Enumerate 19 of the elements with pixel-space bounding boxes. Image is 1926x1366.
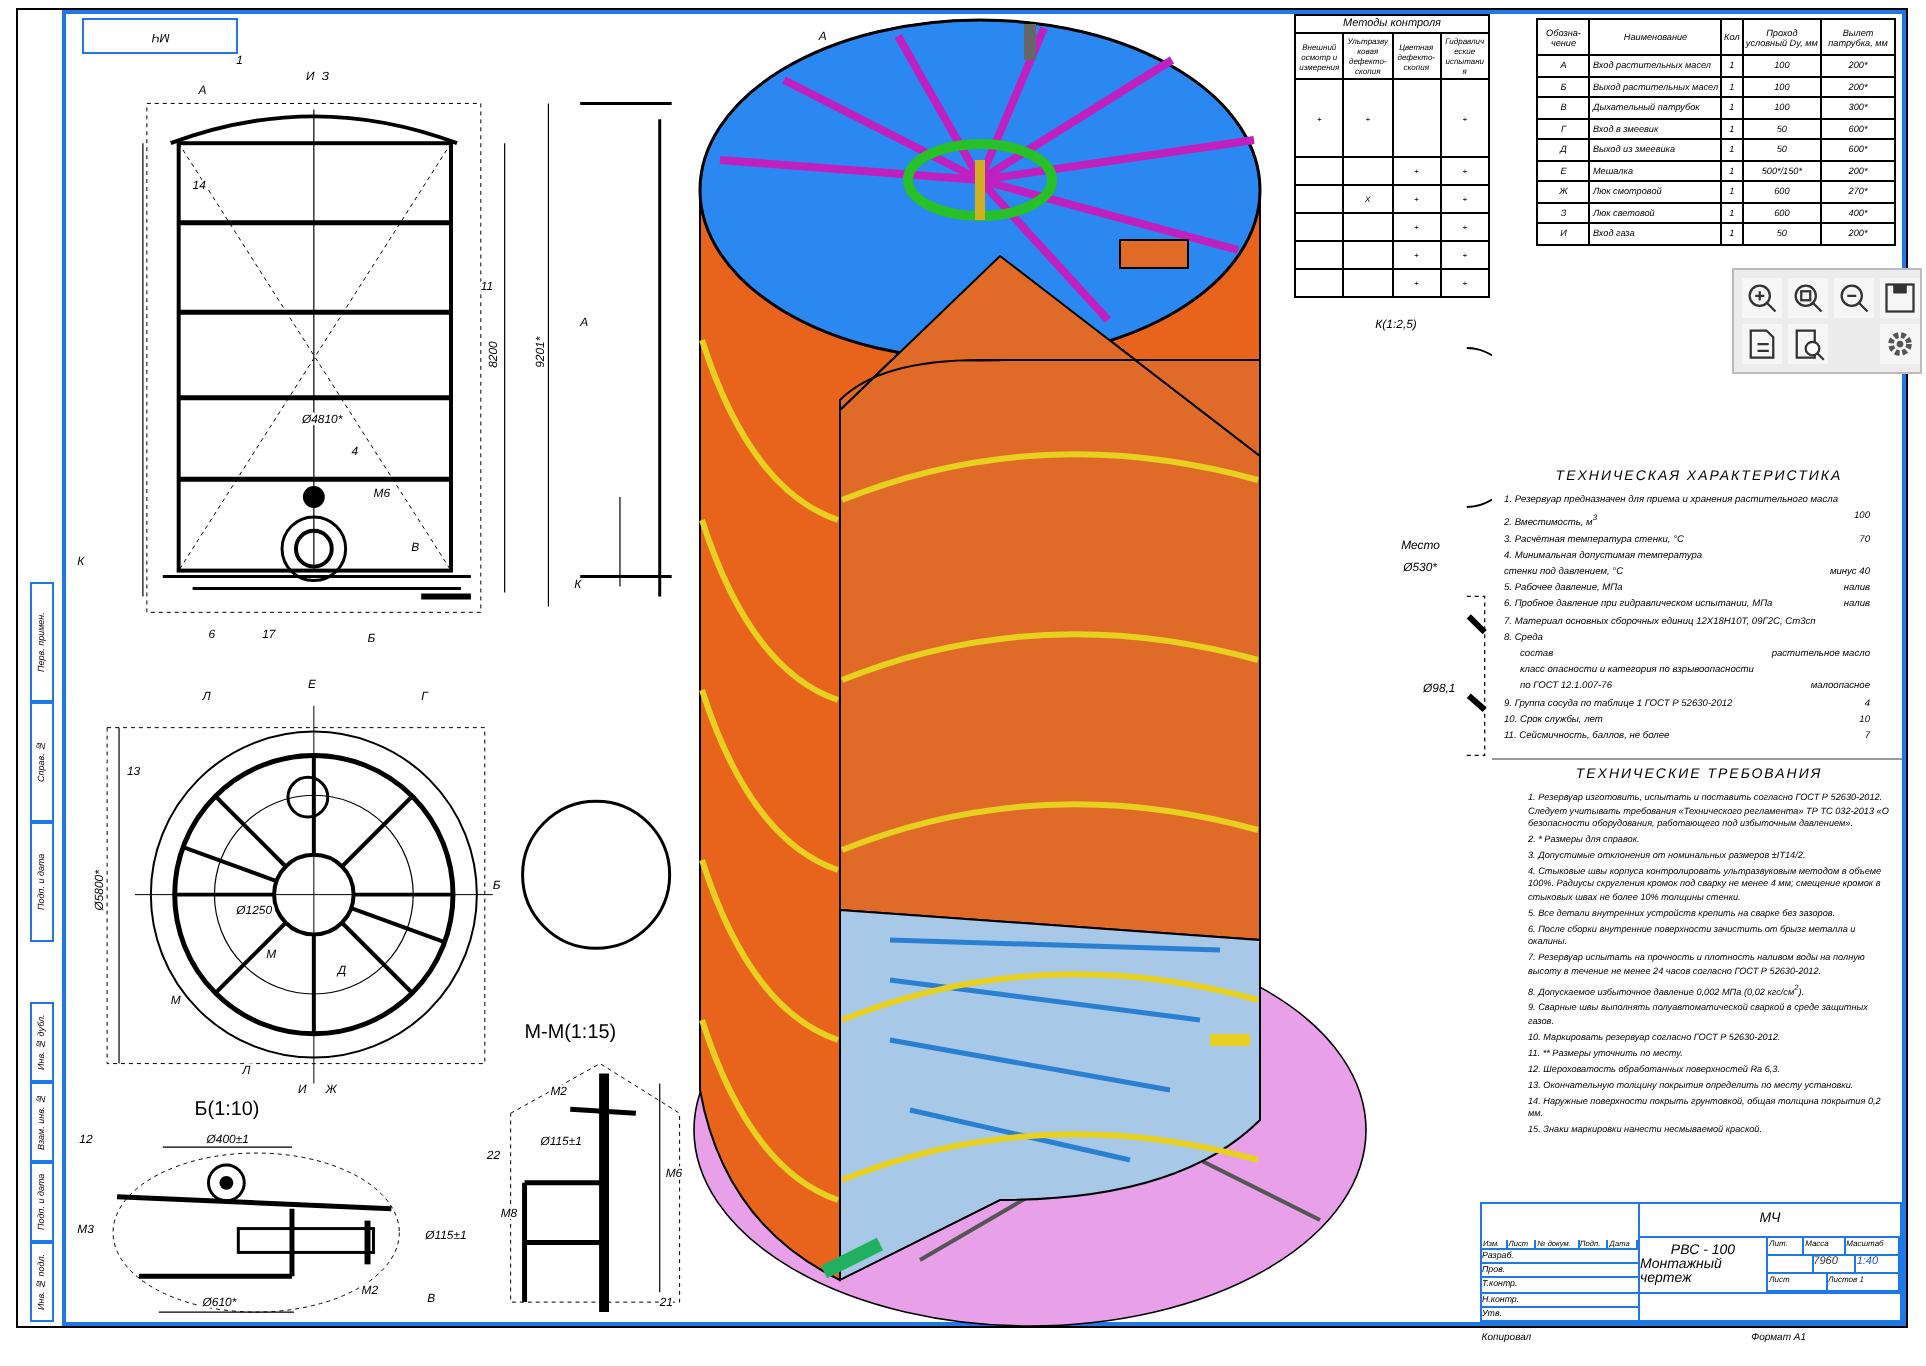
dimension-label: М-М(1:15) (524, 1021, 617, 1044)
search-icon[interactable] (1788, 324, 1828, 364)
table-cell (1295, 269, 1344, 297)
table-cell (1295, 185, 1344, 213)
settings-icon[interactable] (1880, 324, 1920, 364)
table-cell (1343, 269, 1392, 297)
zoom-window-icon[interactable] (1788, 278, 1828, 318)
table-cell (1295, 157, 1344, 185)
table-cell (1343, 157, 1392, 185)
table-cell (1343, 213, 1392, 241)
save-icon[interactable] (1880, 278, 1920, 318)
table-cell (1295, 213, 1344, 241)
zoom-fit-icon[interactable] (1834, 278, 1874, 318)
table-cell (1392, 79, 1441, 157)
document-icon[interactable] (1742, 324, 1782, 364)
dimension-label: Б(1:10) (194, 1099, 260, 1122)
table-cell (1295, 241, 1344, 269)
table-cell (1343, 241, 1392, 269)
zoom-in-icon[interactable] (1742, 278, 1782, 318)
